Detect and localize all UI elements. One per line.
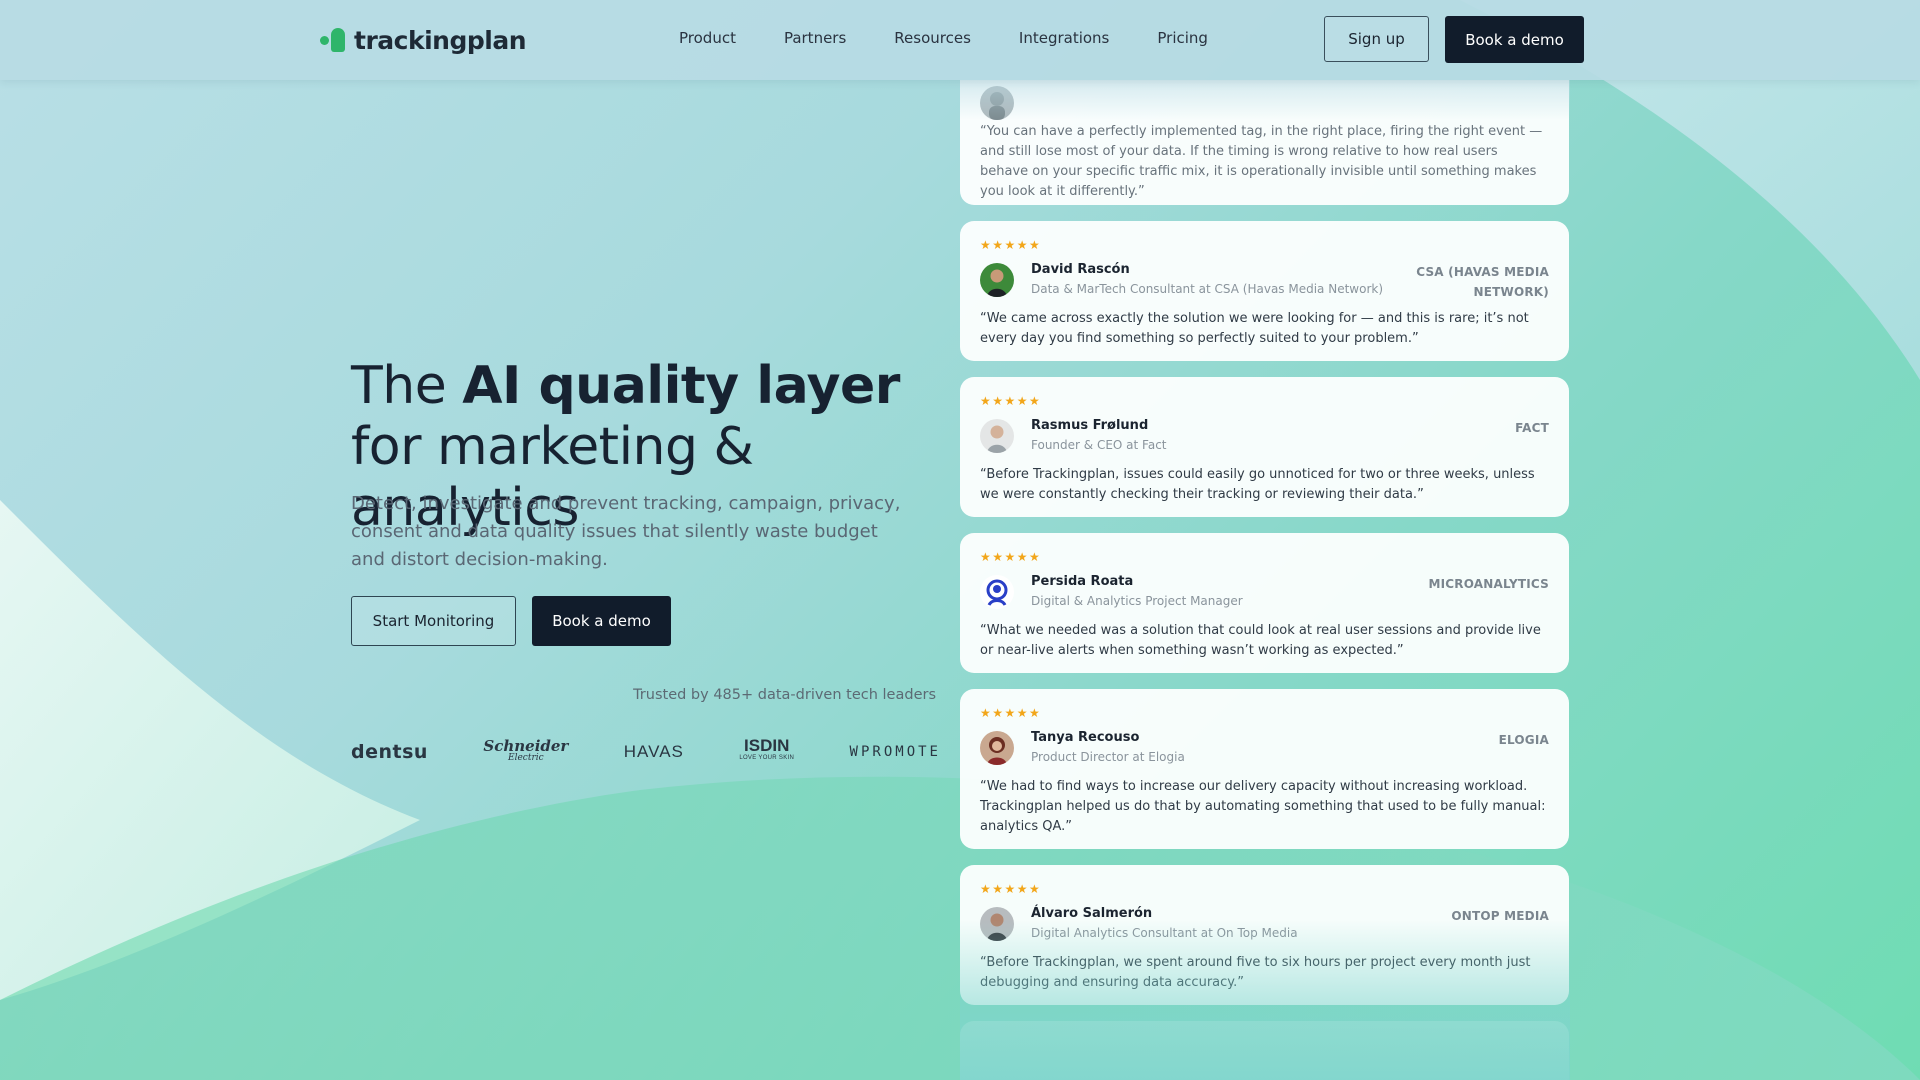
isdin-logo: ISDIN LOVE YOUR SKIN [739,737,795,764]
testimonial-quote: “You can have a perfectly implemented ta… [980,124,1543,199]
person-name: Persida Roata [1031,574,1134,589]
testimonial-card: “You can have a perfectly implemented ta… [960,80,1569,205]
hero-title-bold: AI quality layer [462,356,900,416]
book-demo-hero-button[interactable]: Book a demo [532,596,671,646]
testimonial-card: ★★★★★ Persida Roata Digital & Analytics … [960,533,1569,673]
menu-item-resources[interactable]: Resources [894,29,971,47]
person-name: Rasmus Frølund [1031,418,1149,433]
avatar [980,575,1014,609]
avatar [980,731,1014,765]
person-role: Digital & Analytics Project Manager [1031,594,1243,608]
person-role: Founder & CEO at Fact [1031,438,1167,452]
company-name: FACT [1515,421,1549,435]
trackingplan-logo[interactable]: trackingplan [320,24,527,56]
testimonial-quote: “Before Trackingplan, issues could easil… [980,467,1535,502]
testimonial-quote: “We had to find ways to increase our del… [980,779,1546,834]
trusted-by-text: Trusted by 485+ data-driven tech leaders [633,687,936,703]
rating-stars: ★★★★★ [980,706,1042,720]
menu-item-pricing[interactable]: Pricing [1157,29,1208,47]
isdin-sub-text: LOVE YOUR SKIN [739,755,795,761]
menu-item-partners[interactable]: Partners [784,29,846,47]
company-name: MICROANALYTICS [1428,577,1549,591]
testimonial-quote: “We came across exactly the solution we … [980,311,1529,346]
person-name: David Rascón [1031,262,1130,277]
start-monitoring-button[interactable]: Start Monitoring [351,596,516,646]
testimonial-card: ★★★★★ Álvaro Salmerón Digital Analytics … [960,865,1569,1005]
company-name: ONTOP MEDIA [1451,909,1549,923]
havas-logo: HAVAS [623,742,684,761]
testimonial-quote: “Before Trackingplan, we spent around fi… [980,955,1531,990]
hero-title-pre: The [351,356,463,416]
company-name: ELOGIA [1498,733,1549,747]
avatar [980,86,1014,120]
menu-item-integrations[interactable]: Integrations [1019,29,1109,47]
testimonial-quote: “What we needed was a solution that coul… [980,623,1541,658]
client-logos: dentsu Schneider Electric HAVAS ISDIN LOVE… [351,735,941,769]
avatar [980,419,1014,453]
testimonial-card: ★★★★★ Tanya Recouso Product Director at … [960,689,1569,849]
person-role: Product Director at Elogia [1031,750,1185,764]
logo-mark-icon [320,25,348,55]
person-role: Digital Analytics Consultant at On Top M… [1031,926,1298,940]
main-menu: Product Partners Resources Integrations … [679,29,1256,47]
company-name: CSA (HAVAS MEDIA NETWORK) [1416,265,1549,299]
person-role: Data & MarTech Consultant at CSA (Havas … [1031,282,1384,296]
avatar [980,263,1014,297]
rating-stars: ★★★★★ [980,238,1042,252]
person-name: Tanya Recouso [1031,730,1140,745]
book-demo-nav-button[interactable]: Book a demo [1445,16,1584,63]
hero-subtitle: Detect, investigate and prevent tracking… [351,493,901,570]
dentsu-logo: dentsu [351,741,428,763]
rating-stars: ★★★★★ [980,394,1042,408]
testimonial-card-partial [960,1021,1569,1080]
schneider-electric-logo: Schneider Electric [483,739,568,764]
rating-stars: ★★★★★ [980,550,1042,564]
wpromote-logo: WPROMOTE [849,744,941,760]
top-navigation: trackingplan Product Partners Resources … [0,0,1920,80]
menu-item-product[interactable]: Product [679,29,736,47]
avatar [980,907,1014,941]
logo-text: trackingplan [354,25,527,55]
testimonial-card: ★★★★★ Rasmus Frølund Founder & CEO at Fa… [960,377,1569,517]
person-name: Álvaro Salmerón [1031,906,1153,921]
rating-stars: ★★★★★ [980,882,1042,896]
testimonials-column[interactable]: “You can have a perfectly implemented ta… [960,0,1570,1080]
signup-button[interactable]: Sign up [1324,16,1429,62]
testimonial-card: ★★★★★ David Rascón Data & MarTech Consul… [960,221,1569,361]
